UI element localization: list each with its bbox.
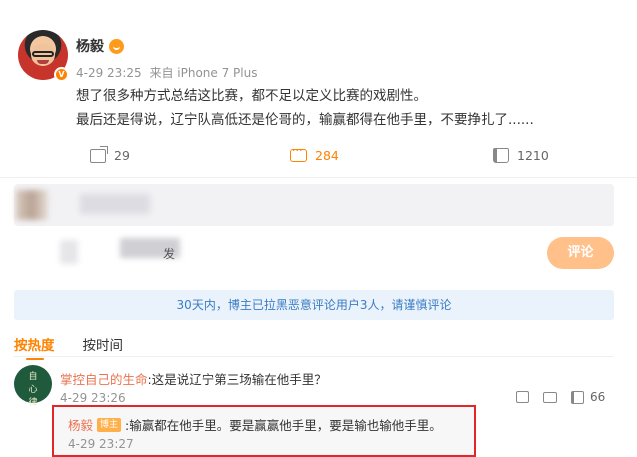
reply-timestamp: 4-29 23:27: [68, 437, 134, 451]
composer-toolbar: [0, 230, 637, 270]
comment-text-row: 掌控自己的生命:这是说辽宁第三场输在他手里？: [60, 369, 327, 388]
verified-badge-icon: V: [54, 67, 69, 82]
comment-icon: [290, 144, 307, 162]
post-content-line: 最后还是得说，辽宁队高低还是伦哥的，输赢都得在他手里，不要挣扎了......: [76, 112, 534, 128]
comment-actions: 66: [516, 390, 605, 404]
tab-by-popularity[interactable]: 按热度: [14, 334, 55, 360]
submit-comment-button[interactable]: 评论: [547, 237, 614, 269]
post-action-bar: 29 284 1210: [0, 142, 637, 172]
tab-by-time[interactable]: 按时间: [83, 334, 124, 354]
comment-timestamp: 4-29 23:26: [60, 391, 126, 405]
reply-text-row: 杨毅 博主 :输赢都在他手里。要是赢赢他手里，要是输也输他手里。: [68, 415, 442, 434]
share-icon: [90, 145, 108, 163]
commenter-name[interactable]: 掌控自己的生命: [60, 372, 148, 387]
post-content-line: 想了很多种方式总结这比赛，都不足以定义比赛的戏剧性。: [76, 88, 427, 104]
share-button[interactable]: 29: [90, 145, 130, 163]
thumbs-up-icon: [493, 148, 509, 163]
comment-like-button[interactable]: 66: [571, 390, 605, 404]
composer-option-label: 发: [163, 247, 176, 261]
author-reply: 杨毅 博主 :输赢都在他手里。要是赢赢他手里，要是输也输他手里。 4-29 23…: [52, 405, 476, 457]
blogger-tag-badge: 博主: [97, 417, 122, 432]
like-count: 1210: [517, 148, 549, 163]
comment-reply-icon[interactable]: [543, 391, 557, 403]
comment-input[interactable]: [14, 184, 614, 226]
post-timestamp[interactable]: 4-29 23:25: [76, 66, 142, 80]
blurred-text: [80, 194, 150, 214]
share-count: 29: [114, 148, 130, 163]
divider: [0, 177, 637, 178]
author-name[interactable]: 杨毅: [76, 36, 104, 56]
thumbs-up-icon: [571, 390, 584, 404]
commenter-avatar[interactable]: 自 心 律: [14, 365, 52, 408]
post-meta: 4-29 23:25 来自 iPhone 7 Plus: [76, 64, 257, 81]
comment-count: 284: [315, 148, 339, 163]
reply-author-name[interactable]: 杨毅: [68, 415, 93, 434]
like-button[interactable]: 1210: [493, 148, 549, 163]
comment-share-icon[interactable]: [516, 391, 529, 403]
commenter-avatar-text: 自 心 律: [28, 372, 38, 408]
comment-sort-tabs: 按热度 按时间: [14, 334, 124, 360]
divider: [14, 356, 614, 357]
avatar-glasses: [32, 51, 54, 57]
post-header: V 杨毅 4-29 23:25 来自 iPhone 7 Plus: [14, 26, 624, 86]
blurred-avatar: [16, 190, 48, 220]
reply-text: :输赢都在他手里。要是赢赢他手里，要是输也输他手里。: [125, 418, 442, 433]
crown-icon: [109, 38, 124, 54]
post-source: 来自 iPhone 7 Plus: [149, 66, 258, 80]
blurred-emoji-icon: [60, 240, 78, 264]
post-content: 想了很多种方式总结这比赛，都不足以定义比赛的戏剧性。 最后还是得说，辽宁队高低还…: [76, 84, 616, 132]
blocklist-notice: 30天内，博主已拉黑恶意评论用户3人，请谨慎评论: [14, 290, 614, 320]
comment-button[interactable]: 284: [290, 144, 339, 163]
author-name-row: 杨毅: [76, 36, 124, 56]
comment-text: :这是说辽宁第三场输在他手里？: [147, 372, 327, 387]
comment-like-count: 66: [590, 390, 606, 404]
